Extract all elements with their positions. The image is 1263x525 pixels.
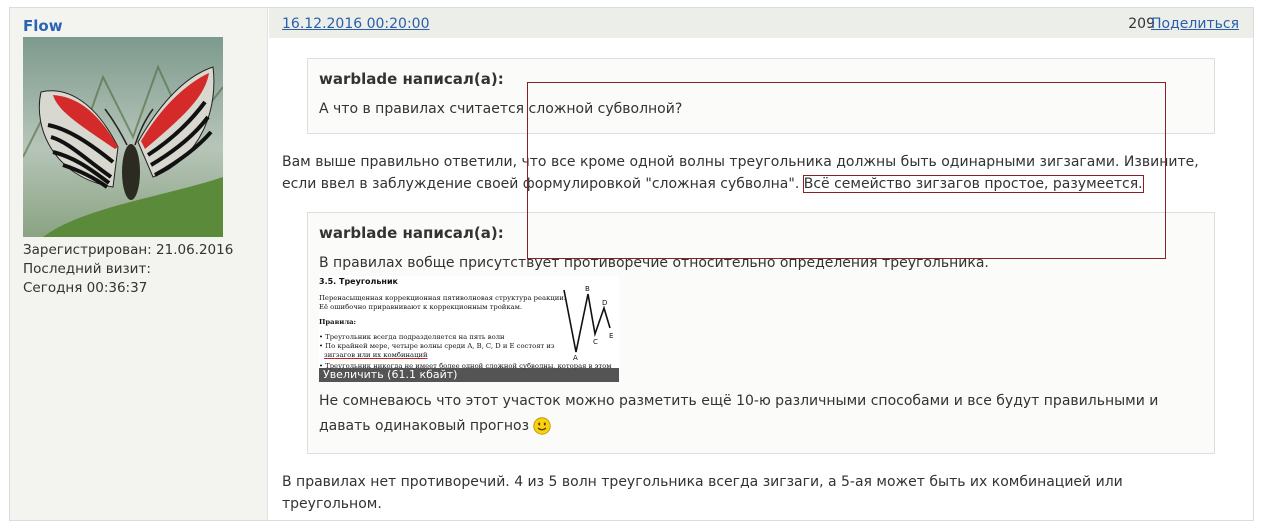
quote-author: warblade написал(а): <box>319 224 504 242</box>
author-name-link[interactable]: Flow <box>23 17 63 35</box>
smiley-icon <box>533 417 552 435</box>
highlighted-text: Всё семейство зигзагов простое, разумеет… <box>802 175 1144 193</box>
doc-line: • По крайней мере, четыре волны среди A,… <box>319 342 555 350</box>
share-link[interactable]: Поделиться <box>1151 16 1239 32</box>
wave-label-e: E <box>609 332 613 340</box>
reply-paragraph-2: В правилах нет противоречий. 4 из 5 волн… <box>282 474 1123 512</box>
quote-text: А что в правилах считается сложной субво… <box>319 101 683 117</box>
quote-block-1: warblade написал(а): А что в правилах сч… <box>307 58 1215 134</box>
last-visit-label: Последний визит: <box>23 261 151 277</box>
quote-author: warblade написал(а): <box>319 70 504 88</box>
quote-text-content: Не сомневаюсь что этот участок можно раз… <box>319 393 1159 434</box>
doc-line: Её ошибочно приравнивают к коррекционным… <box>319 303 523 311</box>
author-avatar[interactable] <box>23 37 223 237</box>
post-date-link[interactable]: 16.12.2016 00:20:00 <box>282 16 430 32</box>
butterfly-avatar-image <box>23 37 223 237</box>
doc-line: Перенасыщенная коррекционная пятиволнова… <box>319 294 566 302</box>
wave-label-b: B <box>585 285 590 293</box>
doc-rules-heading: Правила: <box>319 318 357 326</box>
post-author-sidebar: Flow Зарегистрирован: 21.06.2016 Последн… <box>10 8 268 520</box>
wave-label-c: C <box>593 338 598 346</box>
doc-title: 3.5. Треугольник <box>319 277 398 286</box>
doc-line: зигзагов или их комбинаций <box>324 351 428 359</box>
post-content: 16.12.2016 00:20:00 209 Поделиться warbl… <box>269 8 1253 520</box>
triangle-wave-diagram: A B C D E <box>563 285 613 362</box>
quote-block-2: warblade написал(а): В правилах вобще пр… <box>307 212 1215 454</box>
wave-label-a: A <box>573 354 578 362</box>
registered-date: Зарегистрирован: 21.06.2016 <box>23 242 234 258</box>
post-header: 16.12.2016 00:20:00 209 Поделиться <box>269 8 1253 38</box>
wave-label-d: D <box>602 299 607 307</box>
last-visit-value: Сегодня 00:36:37 <box>23 280 148 296</box>
author-meta: Зарегистрирован: 21.06.2016 Последний ви… <box>23 241 233 298</box>
reply-paragraph-1: Вам выше правильно ответили, что все кро… <box>282 151 1212 195</box>
attached-image-thumbnail[interactable]: 3.5. Треугольник Перенасыщенная коррекци… <box>319 276 619 382</box>
enlarge-image-link[interactable]: Увеличить (61.1 кбайт) <box>319 368 619 382</box>
quote-text: В правилах вобще присутствует противореч… <box>319 255 989 271</box>
doc-line: • Треугольник всегда подразделяется на п… <box>319 333 505 341</box>
quote-text: Не сомневаюсь что этот участок можно раз… <box>319 389 1199 439</box>
forum-post: Flow Зарегистрирован: 21.06.2016 Последн… <box>9 7 1254 521</box>
